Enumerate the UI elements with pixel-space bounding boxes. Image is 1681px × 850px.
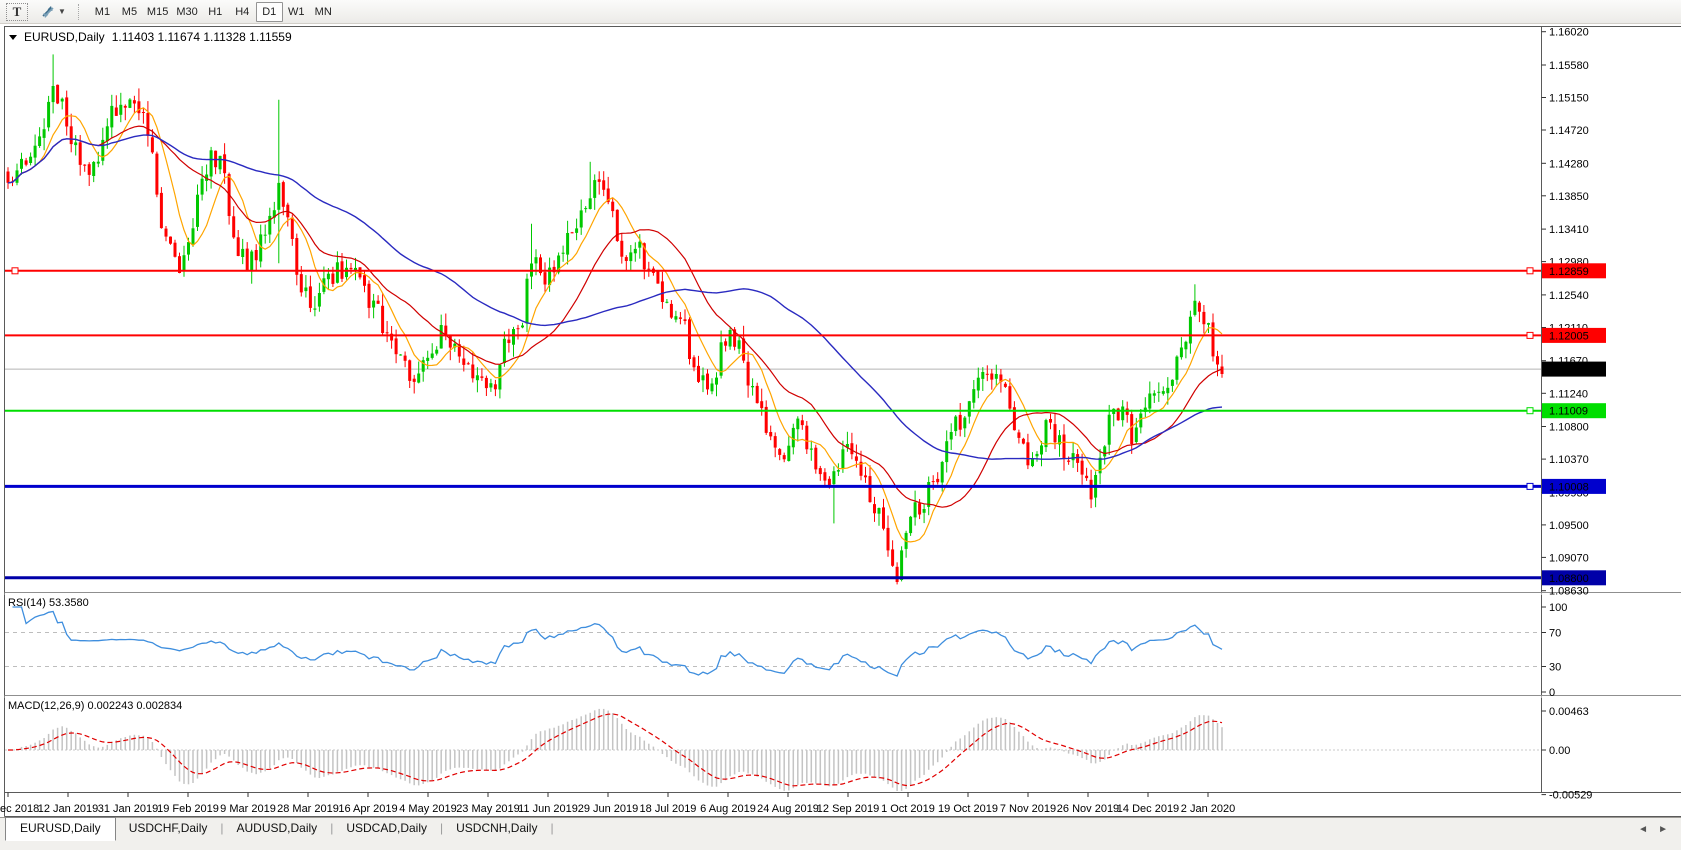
svg-text:1.10008: 1.10008: [1549, 481, 1589, 493]
text-tool-button[interactable]: T: [6, 2, 28, 21]
level-line-1.12859[interactable]: 1.12859: [5, 263, 1606, 279]
rsi-tick-label: 0: [1549, 687, 1555, 699]
tab-eurusd-daily[interactable]: EURUSD,Daily: [5, 817, 116, 841]
date-label: 2 Jan 2020: [1181, 803, 1235, 815]
svg-text:1.08800: 1.08800: [1549, 573, 1589, 585]
level-line-1.12005[interactable]: 1.12005: [5, 327, 1606, 343]
price-tick-label: 1.12540: [1549, 290, 1589, 302]
date-label: 24 Aug 2019: [757, 803, 819, 815]
price-tick-label: 1.09070: [1549, 552, 1589, 564]
rsi-tick-label: 100: [1549, 602, 1567, 614]
arrange-windows-button[interactable]: ▼: [37, 2, 69, 22]
price-tick-label: 1.16020: [1549, 27, 1589, 39]
price-tick-label: 1.15150: [1549, 93, 1589, 105]
chart-ohlc-values: 1.11403 1.11674 1.11328 1.11559: [111, 30, 292, 44]
date-label: 25 Dec 2018: [0, 803, 39, 815]
macd-indicator-label: MACD(12,26,9) 0.002243 0.002834: [8, 700, 183, 712]
date-label: 31 Jan 2019: [98, 803, 159, 815]
price-tick-label: 1.10800: [1549, 422, 1589, 434]
date-label: 19 Feb 2019: [157, 803, 219, 815]
tab-usdchf-daily[interactable]: USDCHF,Daily: [116, 818, 221, 839]
chart-symbol-period: EURUSD,Daily: [24, 30, 105, 44]
tab-scroll-right-button[interactable]: ►: [1658, 825, 1668, 835]
date-label: 7 Nov 2019: [1000, 803, 1056, 815]
chart-title: EURUSD,Daily 1.11403 1.11674 1.11328 1.1…: [9, 30, 292, 44]
macd-pane: 0.00463 0.00 -0.00529: [5, 706, 1592, 802]
timeframe-button-m15[interactable]: M15: [143, 2, 172, 22]
price-tick-label: 1.10370: [1549, 454, 1589, 466]
tab-audusd-daily[interactable]: AUDUSD,Daily: [224, 818, 331, 839]
tab-separator: |: [550, 821, 554, 835]
date-label: 18 Jul 2019: [640, 803, 697, 815]
date-label: 16 Apr 2019: [338, 803, 397, 815]
price-tick-label: 1.11240: [1549, 388, 1588, 400]
date-label: 1 Oct 2019: [881, 803, 935, 815]
rsi-indicator-label: RSI(14) 53.3580: [8, 597, 89, 609]
date-label: 6 Aug 2019: [700, 803, 756, 815]
date-label: 28 Mar 2019: [277, 803, 339, 815]
timeframe-button-mn[interactable]: MN: [310, 2, 337, 22]
chart-tab-bar: EURUSD,Daily USDCHF,Daily | AUDUSD,Daily | US…: [0, 817, 1681, 850]
svg-text:1.11559: 1.11559: [1549, 364, 1588, 376]
rsi-tick-label: 30: [1549, 662, 1561, 674]
chart-canvas[interactable]: 1.16020 1.15580 1.15150 1.14720 1.14280 1.138…: [0, 26, 1681, 817]
date-label: 4 May 2019: [399, 803, 456, 815]
timeframe-button-m30[interactable]: M30: [172, 2, 201, 22]
timeframe-button-w1[interactable]: W1: [283, 2, 310, 22]
level-line-1.08800[interactable]: 1.08800: [5, 570, 1606, 586]
toolbar: T ▼ M1 M5 M15 M30 H1 H4 D1 W1 MN: [0, 0, 1681, 24]
date-label: 14 Dec 2019: [1117, 803, 1179, 815]
rsi-pane: 100 70 30 0: [5, 602, 1567, 699]
tab-scroll-left-button[interactable]: ◄: [1638, 825, 1648, 835]
timeframe-button-m1[interactable]: M1: [89, 2, 116, 22]
macd-tick-label: 0.00: [1549, 745, 1570, 757]
current-price-tag: 1.11559: [1542, 361, 1606, 377]
date-label: 23 May 2019: [456, 803, 520, 815]
chart-tabs: EURUSD,Daily USDCHF,Daily | AUDUSD,Daily | US…: [5, 817, 1681, 841]
moving-averages-layer: [7, 107, 1223, 543]
level-line-1.11009[interactable]: 1.11009: [5, 403, 1606, 419]
timeframe-toolbar: M1 M5 M15 M30 H1 H4 D1 W1 MN: [89, 1, 337, 22]
timeframe-button-h4[interactable]: H4: [229, 2, 256, 22]
tab-usdcad-daily[interactable]: USDCAD,Daily: [333, 818, 440, 839]
price-tick-label: 1.14280: [1549, 158, 1589, 170]
price-tick-label: 1.15580: [1549, 60, 1589, 72]
svg-text:1.11009: 1.11009: [1549, 406, 1588, 418]
timeframe-button-d1[interactable]: D1: [255, 1, 283, 22]
chevron-down-icon: ▼: [58, 7, 66, 16]
rsi-tick-label: 70: [1549, 628, 1561, 640]
rsi-line: [12, 606, 1223, 677]
svg-text:1.12859: 1.12859: [1549, 266, 1589, 278]
date-label: 12 Jan 2019: [38, 803, 99, 815]
date-axis: 25 Dec 201812 Jan 201931 Jan 201919 Feb …: [0, 792, 1235, 815]
price-tick-label: 1.08630: [1549, 586, 1589, 598]
timeframe-button-m5[interactable]: M5: [116, 2, 143, 22]
price-tick-label: 1.13850: [1549, 191, 1589, 203]
arrows-icon: [42, 5, 54, 18]
candles-layer: [6, 54, 1224, 585]
horizontal-level-lines: 1.12859 1.12005 1.11009 1.10008 1.08800: [5, 263, 1606, 586]
chart-window-border: [4, 26, 1681, 817]
level-line-1.10008[interactable]: 1.10008: [5, 478, 1606, 494]
date-label: 9 Mar 2019: [220, 803, 276, 815]
ma-medium-line: [7, 125, 1223, 508]
text-tool-glyph: T: [12, 3, 22, 19]
toolbar-separator: [77, 3, 79, 20]
price-tick-label: 1.14720: [1549, 125, 1589, 137]
date-label: 26 Nov 2019: [1057, 803, 1119, 815]
svg-text:1.12005: 1.12005: [1549, 330, 1589, 342]
date-label: 11 Jun 2019: [518, 803, 578, 815]
macd-tick-label: 0.00463: [1549, 706, 1589, 718]
macd-tick-label: -0.00529: [1549, 790, 1592, 802]
date-label: 19 Oct 2019: [938, 803, 998, 815]
date-label: 12 Sep 2019: [817, 803, 879, 815]
price-axis: 1.16020 1.15580 1.15150 1.14720 1.14280 1.138…: [1541, 27, 1589, 598]
tab-usdcnh-daily[interactable]: USDCNH,Daily: [443, 818, 550, 839]
date-label: 29 Jun 2019: [578, 803, 639, 815]
ma-fast-line: [7, 107, 1223, 543]
collapse-triangle-icon[interactable]: [9, 34, 17, 40]
price-tick-label: 1.13410: [1549, 224, 1589, 236]
price-tick-label: 1.09500: [1549, 520, 1589, 532]
timeframe-button-h1[interactable]: H1: [202, 2, 229, 22]
